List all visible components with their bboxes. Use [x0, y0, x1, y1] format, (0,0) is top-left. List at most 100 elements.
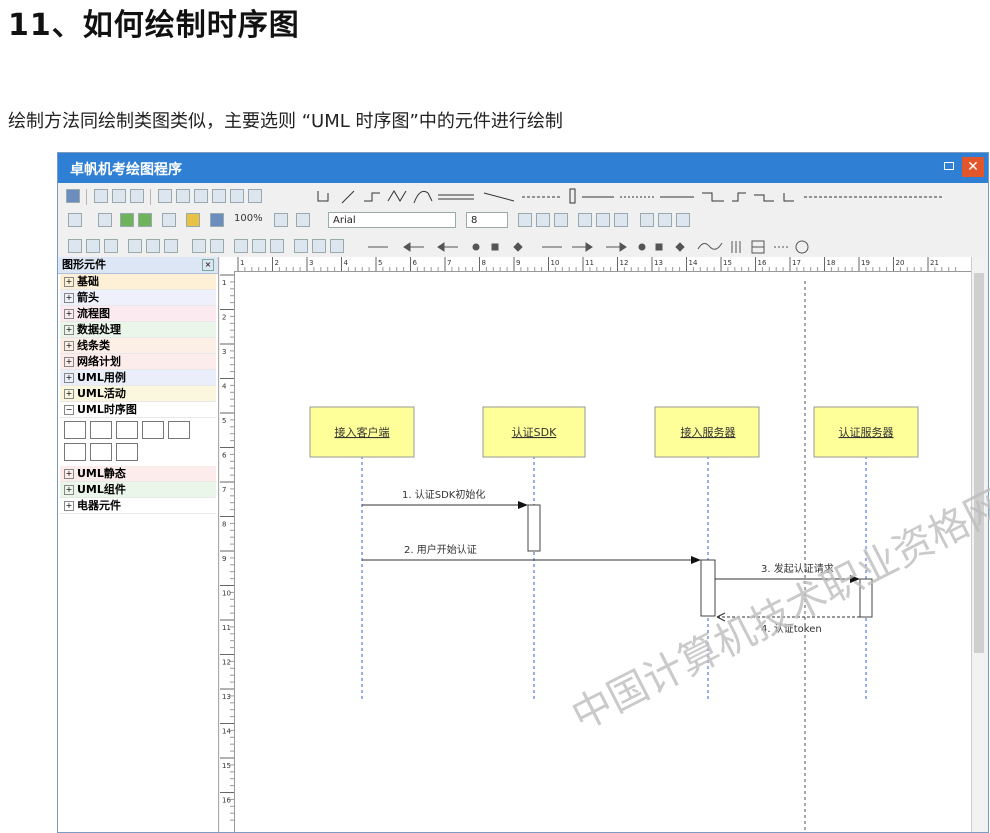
category-arrows[interactable]: + 箭头: [60, 290, 216, 306]
toolbar-row-2: 100% Arial 8: [58, 209, 988, 233]
category-label: UML组件: [77, 483, 126, 496]
arrowhead: [518, 501, 528, 509]
fill-bucket-icon[interactable]: [68, 213, 82, 227]
line-color-icon[interactable]: [98, 213, 112, 227]
category-label: UML时序图: [77, 403, 137, 416]
print-icon[interactable]: [158, 189, 172, 203]
bold-icon[interactable]: [518, 213, 532, 227]
expand-icon[interactable]: +: [64, 341, 74, 351]
save-icon[interactable]: [66, 189, 80, 203]
space-h2-icon[interactable]: [252, 239, 266, 253]
category-electrical[interactable]: + 电器元件: [60, 498, 216, 514]
palette-message-icon[interactable]: [116, 421, 138, 439]
brush-icon[interactable]: [120, 213, 134, 227]
palette-return-message-icon[interactable]: [168, 421, 190, 439]
shadow-icon[interactable]: [210, 213, 224, 227]
expand-icon[interactable]: +: [64, 277, 74, 287]
pen-icon[interactable]: [186, 213, 200, 227]
font-name-select[interactable]: Arial: [328, 212, 456, 228]
category-network[interactable]: + 网络计划: [60, 354, 216, 370]
close-icon[interactable]: ✕: [962, 157, 984, 177]
activation-access-server[interactable]: [700, 559, 716, 617]
valign-middle-icon[interactable]: [658, 213, 672, 227]
palette-note-icon[interactable]: [116, 443, 138, 461]
distribute-icon[interactable]: [128, 239, 142, 253]
expand-icon[interactable]: +: [64, 309, 74, 319]
line-weight-icon[interactable]: [274, 213, 288, 227]
vertical-scrollbar[interactable]: [971, 257, 986, 832]
category-data[interactable]: + 数据处理: [60, 322, 216, 338]
copy-icon[interactable]: [112, 189, 126, 203]
palette-async-message-icon[interactable]: [64, 443, 86, 461]
category-flowchart[interactable]: + 流程图: [60, 306, 216, 322]
object-label: 接入服务器: [681, 426, 736, 439]
expand-icon[interactable]: +: [64, 357, 74, 367]
category-label: 箭头: [77, 291, 99, 304]
arrow-style-tools[interactable]: [358, 237, 818, 257]
valign-bottom-icon[interactable]: [676, 213, 690, 227]
line-style-icon[interactable]: [162, 213, 176, 227]
space-v2-icon[interactable]: [312, 239, 326, 253]
space-v-icon[interactable]: [294, 239, 308, 253]
expand-icon[interactable]: +: [64, 293, 74, 303]
palette-object-icon[interactable]: [64, 421, 86, 439]
shape-fill-icon[interactable]: [138, 213, 152, 227]
palette-sync-message-icon[interactable]: [142, 421, 164, 439]
group-icon[interactable]: [230, 189, 244, 203]
align-objects-center-icon[interactable]: [86, 239, 100, 253]
panel-title: 图形元件: [62, 258, 106, 271]
align-right-icon[interactable]: [614, 213, 628, 227]
minimize-icon[interactable]: [944, 162, 954, 170]
space-h-icon[interactable]: [234, 239, 248, 253]
italic-icon[interactable]: [536, 213, 550, 227]
expand-icon[interactable]: +: [64, 373, 74, 383]
connector-tools[interactable]: [314, 187, 954, 207]
activation-sdk[interactable]: [527, 504, 541, 552]
category-uml-component[interactable]: + UML组件: [60, 482, 216, 498]
same-width-icon[interactable]: [192, 239, 206, 253]
cut-icon[interactable]: [94, 189, 108, 203]
expand-icon[interactable]: +: [64, 485, 74, 495]
ruler-label: 14: [222, 728, 231, 736]
expand-icon[interactable]: +: [64, 325, 74, 335]
paste-icon[interactable]: [130, 189, 144, 203]
collapse-icon[interactable]: −: [64, 405, 74, 415]
space-h3-icon[interactable]: [270, 239, 284, 253]
ruler-label: 3: [222, 348, 226, 356]
category-uml-static[interactable]: + UML静态: [60, 466, 216, 482]
ungroup-icon[interactable]: [248, 189, 262, 203]
category-basic[interactable]: + 基础: [60, 274, 216, 290]
category-uml-sequence[interactable]: − UML时序图: [60, 402, 216, 418]
valign-top-icon[interactable]: [640, 213, 654, 227]
distribute-v-icon[interactable]: [164, 239, 178, 253]
text-icon[interactable]: [212, 189, 226, 203]
palette-frame-icon[interactable]: [90, 443, 112, 461]
align-objects-right-icon[interactable]: [104, 239, 118, 253]
align-left-icon[interactable]: [578, 213, 592, 227]
distribute-h-icon[interactable]: [146, 239, 160, 253]
category-label: 数据处理: [77, 323, 121, 336]
palette-activation-icon[interactable]: [90, 421, 112, 439]
category-lines[interactable]: + 线条类: [60, 338, 216, 354]
scrollbar-thumb[interactable]: [974, 273, 984, 653]
underline-icon[interactable]: [554, 213, 568, 227]
font-color-icon[interactable]: [296, 213, 310, 227]
space-v3-icon[interactable]: [330, 239, 344, 253]
category-uml-usecase[interactable]: + UML用例: [60, 370, 216, 386]
same-height-icon[interactable]: [210, 239, 224, 253]
expand-icon[interactable]: +: [64, 389, 74, 399]
panel-close-icon[interactable]: ×: [202, 259, 214, 271]
ruler-label: 19: [861, 259, 870, 267]
expand-icon[interactable]: +: [64, 469, 74, 479]
vertical-ruler: 1 2 3 4 5 6 7 8 9 10 11 12 13 14 15 16: [220, 271, 235, 832]
zoom-level[interactable]: 100%: [234, 213, 263, 224]
ruler-label: 9: [222, 555, 226, 563]
layer-icon[interactable]: [176, 189, 190, 203]
align-center-icon[interactable]: [596, 213, 610, 227]
layer2-icon[interactable]: [194, 189, 208, 203]
shape-library-panel: 图形元件 × + 基础 + 箭头 + 流程图 + 数据处理 + 线条类 + 网络计划 + UM…: [58, 257, 219, 832]
category-uml-activity[interactable]: + UML活动: [60, 386, 216, 402]
align-objects-left-icon[interactable]: [68, 239, 82, 253]
font-size-select[interactable]: 8: [466, 212, 508, 228]
expand-icon[interactable]: +: [64, 501, 74, 511]
